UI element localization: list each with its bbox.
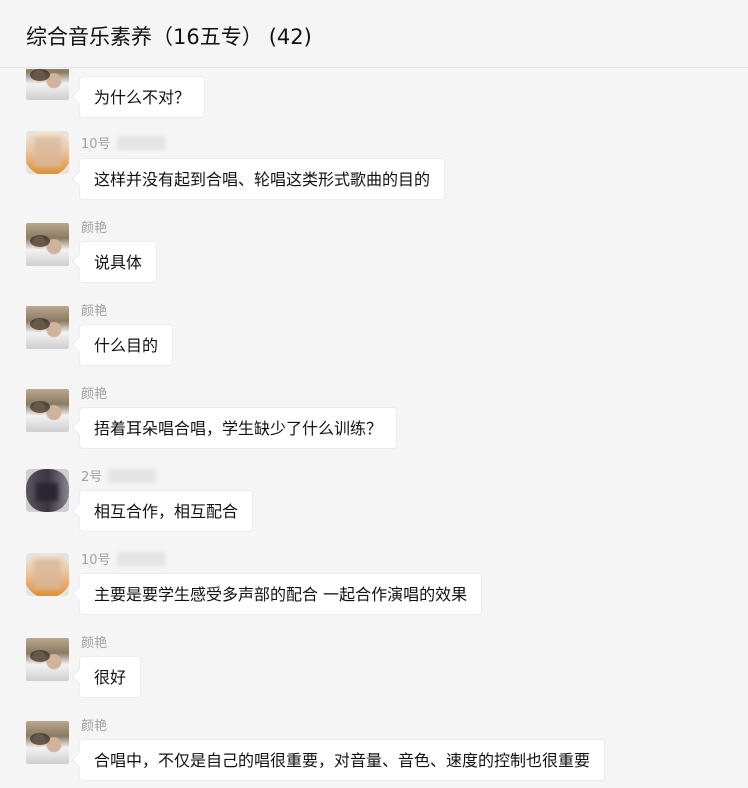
group-name: 综合音乐素养（16五专） bbox=[26, 25, 263, 49]
sender-name: 颜艳 bbox=[81, 304, 108, 319]
blurred-name bbox=[116, 136, 165, 150]
sender-name: 10号 bbox=[81, 549, 165, 568]
message-text: 相互合作，相互配合 bbox=[94, 502, 239, 521]
member-count: (42) bbox=[268, 25, 312, 49]
message-text: 为什么不对？ bbox=[94, 88, 191, 107]
message-bubble[interactable]: 说具体 bbox=[79, 241, 158, 283]
message-bubble[interactable]: 很好 bbox=[79, 656, 142, 698]
message-bubble[interactable]: 这样并没有起到合唱、轮唱这类形式歌曲的目的 bbox=[79, 158, 446, 200]
no10-avatar[interactable] bbox=[26, 131, 69, 174]
message-bubble[interactable]: 为什么不对？ bbox=[79, 76, 206, 118]
message-text: 捂着耳朵唱合唱，学生缺少了什么训练？ bbox=[94, 419, 383, 438]
message-bubble[interactable]: 主要是要学生感受多声部的配合 一起合作演唱的效果 bbox=[79, 573, 483, 615]
message-text: 主要是要学生感受多声部的配合 一起合作演唱的效果 bbox=[94, 585, 468, 604]
no10-avatar[interactable] bbox=[26, 553, 69, 596]
message-text: 什么目的 bbox=[94, 336, 159, 355]
yanyan-avatar[interactable] bbox=[26, 721, 69, 764]
sender-name: 颜艳 bbox=[81, 387, 108, 402]
sender-name: 颜艳 bbox=[81, 719, 108, 734]
blurred-name bbox=[116, 552, 165, 566]
message-bubble[interactable]: 相互合作，相互配合 bbox=[79, 490, 254, 532]
chat-window: 综合音乐素养（16五专） (42) 为什么不对？ 10号 这样并没有起到合唱、轮唱… bbox=[0, 0, 748, 788]
message-text: 说具体 bbox=[94, 253, 143, 272]
message-text: 合唱中，不仅是自己的唱很重要，对音量、音色、速度的控制也很重要 bbox=[94, 751, 591, 770]
yanyan-avatar[interactable] bbox=[26, 69, 69, 100]
sender-name: 颜艳 bbox=[81, 221, 108, 236]
message-list[interactable]: 为什么不对？ 10号 这样并没有起到合唱、轮唱这类形式歌曲的目的 颜艳 说具体 … bbox=[0, 69, 748, 788]
yanyan-avatar[interactable] bbox=[26, 638, 69, 681]
message-bubble[interactable]: 捂着耳朵唱合唱，学生缺少了什么训练？ bbox=[79, 407, 398, 449]
yanyan-avatar[interactable] bbox=[26, 223, 69, 266]
message-text: 这样并没有起到合唱、轮唱这类形式歌曲的目的 bbox=[94, 170, 431, 189]
sender-name: 颜艳 bbox=[81, 636, 108, 651]
message-bubble[interactable]: 什么目的 bbox=[79, 324, 174, 366]
message-text: 很好 bbox=[94, 668, 127, 687]
no2-avatar[interactable] bbox=[26, 469, 69, 512]
message-bubble[interactable]: 合唱中，不仅是自己的唱很重要，对音量、音色、速度的控制也很重要 bbox=[79, 739, 606, 781]
chat-header: 综合音乐素养（16五专） (42) bbox=[0, 0, 748, 68]
yanyan-avatar[interactable] bbox=[26, 306, 69, 349]
blurred-name bbox=[108, 469, 157, 483]
sender-name: 10号 bbox=[81, 133, 165, 152]
group-title[interactable]: 综合音乐素养（16五专） (42) bbox=[26, 21, 312, 51]
yanyan-avatar[interactable] bbox=[26, 389, 69, 432]
sender-name: 2号 bbox=[81, 466, 157, 485]
